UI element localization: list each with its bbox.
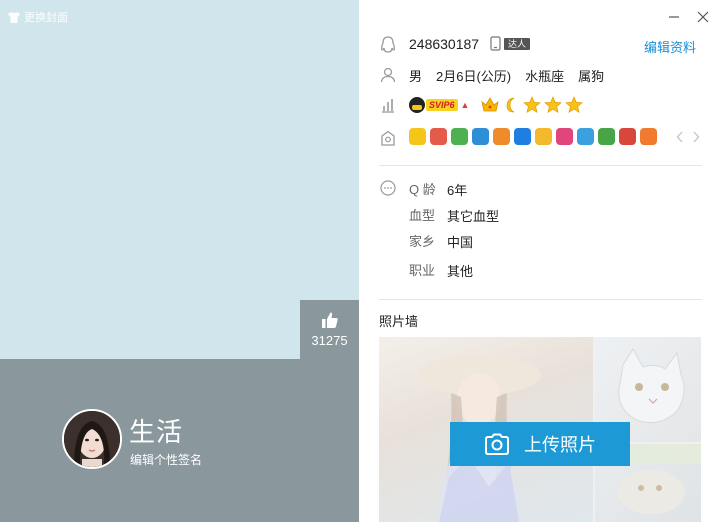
hometown-value: 中国 [447, 235, 474, 250]
hometown-label: 家乡 [409, 234, 436, 249]
like-count: 31275 [311, 333, 348, 348]
level-row: SVIP6 ▲ [409, 95, 584, 115]
close-icon [697, 11, 709, 23]
chinese-zodiac: 属狗 [578, 69, 605, 84]
upload-photo-button[interactable]: 上传照片 [450, 422, 630, 466]
minimize-icon [669, 16, 679, 18]
svip-penguin-icon [409, 97, 425, 113]
divider [379, 299, 702, 300]
birthday: 2月6日(公历) [436, 69, 512, 84]
level-chart-icon [379, 96, 397, 114]
basic-info: 男 2月6日(公历) 水瓶座 属狗 [409, 66, 604, 85]
q-age-value: 6年 [447, 183, 468, 198]
ball-icon[interactable] [619, 128, 636, 145]
face-icon[interactable] [640, 128, 657, 145]
level-icons[interactable] [481, 96, 584, 114]
thumbs-up-icon [321, 312, 338, 328]
change-cover-label: 更换封面 [24, 12, 68, 24]
game-icon[interactable] [430, 128, 447, 145]
star-icon [544, 96, 563, 113]
close-button[interactable] [696, 10, 710, 24]
phone-icon [490, 36, 501, 51]
like-button[interactable]: 31275 [300, 300, 359, 359]
talent-label: 达人 [504, 37, 531, 50]
gift-icon[interactable] [598, 128, 615, 145]
smile-icon[interactable] [493, 128, 510, 145]
pet-icon[interactable] [451, 128, 468, 145]
edit-profile-link[interactable]: 编辑资料 [644, 37, 696, 56]
shirt-icon [8, 11, 20, 23]
level-up-arrow-icon: ▲ [460, 100, 470, 110]
star-icon[interactable] [535, 128, 552, 145]
moon-icon [507, 97, 515, 113]
upload-photo-label: 上传照片 [524, 435, 596, 455]
photo-wall: 上传照片 [379, 337, 701, 522]
talent-badge[interactable]: 达人 [490, 36, 531, 51]
shield-icon[interactable] [514, 128, 531, 145]
camera-icon [485, 433, 509, 455]
avatar-image [64, 411, 120, 467]
profile-panel: 248630187 达人 编辑资料 男 2月6日(公历) 水瓶座 属狗 SVIP… [359, 0, 722, 522]
penguin-icon[interactable] [409, 128, 426, 145]
photo-wall-title: 照片墙 [379, 314, 419, 329]
divider [379, 165, 702, 166]
chevron-right-icon [693, 131, 700, 143]
services-prev-button[interactable] [676, 130, 684, 146]
blood-type-value: 其它血型 [447, 209, 500, 224]
badge-house-icon [379, 129, 397, 147]
signature-edit[interactable]: 编辑个性签名 [130, 451, 202, 468]
minimize-button[interactable] [667, 10, 681, 24]
app-icon[interactable] [556, 128, 573, 145]
chevron-left-icon [676, 131, 683, 143]
zodiac: 水瓶座 [525, 69, 565, 84]
job-label: 职业 [409, 263, 436, 278]
qq-number: 248630187 [409, 36, 480, 52]
blood-type-label: 血型 [409, 208, 436, 223]
q-age-label: Q 龄 [409, 182, 436, 197]
nickname: 生活 [129, 417, 184, 447]
cover-panel: 更换封面 31275 生活 编辑个性签名 [0, 0, 359, 522]
job-value: 其他 [447, 264, 474, 279]
svip-label: SVIP6 [426, 99, 458, 111]
penguin-outline-icon [379, 36, 397, 54]
wallet-icon[interactable] [472, 128, 489, 145]
crown-icon [481, 97, 500, 112]
svip-badge[interactable]: SVIP6 ▲ [409, 97, 469, 113]
avatar[interactable] [62, 409, 122, 469]
services-next-button[interactable] [692, 130, 700, 146]
more-icon [379, 179, 397, 197]
star-icon [523, 96, 542, 113]
calendar-icon[interactable] [577, 128, 594, 145]
star-icon [565, 96, 584, 113]
change-cover-button[interactable]: 更换封面 [8, 9, 68, 25]
person-icon [379, 66, 397, 84]
gender: 男 [409, 69, 423, 84]
service-icons [409, 128, 657, 145]
